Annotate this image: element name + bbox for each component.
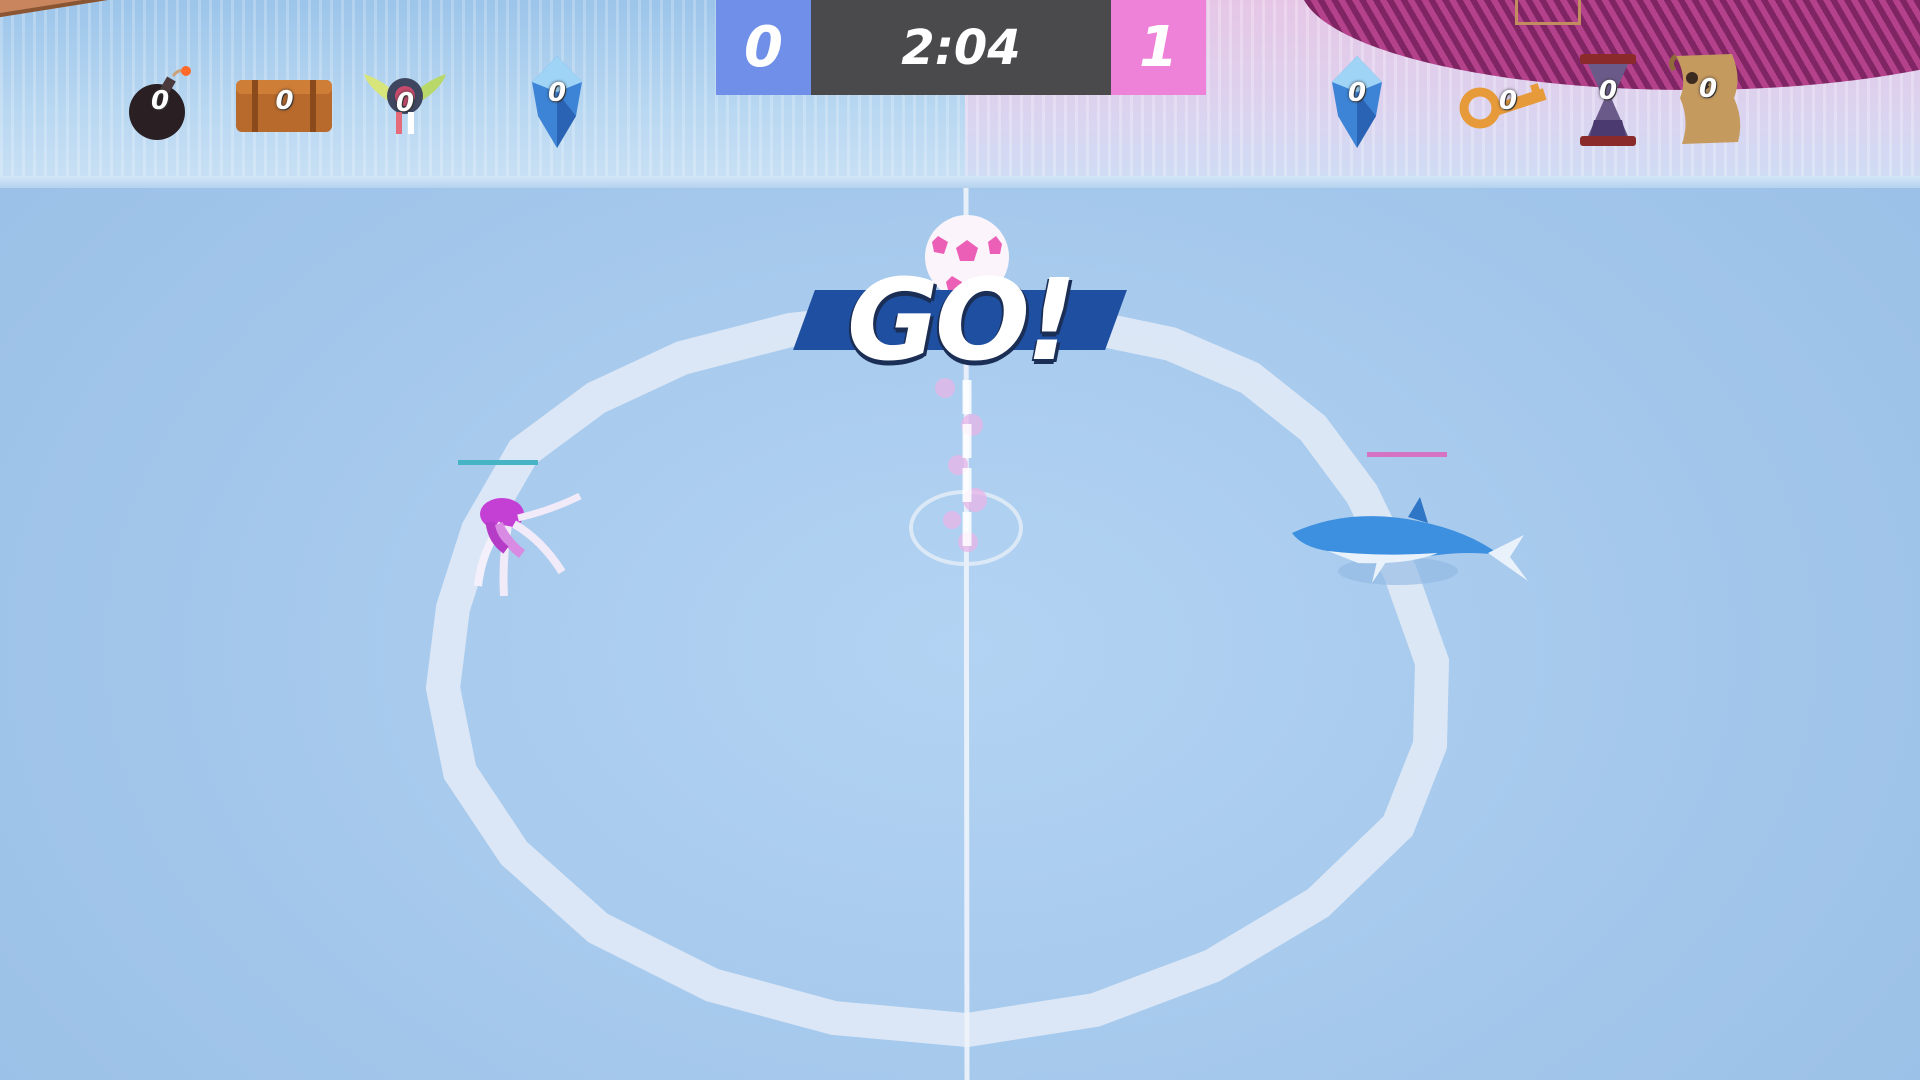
powerup-count: 0 (150, 86, 170, 116)
go-banner-text: GO! (846, 256, 1077, 386)
scoreboard: 0 2:04 1 (716, 0, 1206, 95)
octopus-player (462, 490, 592, 605)
ball-trail (935, 378, 987, 552)
powerup-count: 0 (1498, 86, 1518, 116)
powerup-count: 0 (275, 86, 294, 116)
octopus-stamina-bar (458, 460, 538, 465)
powerup-hourglass: 0 (1568, 50, 1648, 150)
center-circle (425, 300, 1450, 1048)
powerup-key: 0 (1458, 60, 1558, 150)
powerup-treasure-map: 0 (1662, 48, 1754, 148)
dolphin-stamina-bar (1367, 452, 1447, 457)
team-blue-score: 0 (716, 0, 811, 95)
powerup-ice-crystal: 0 (512, 52, 602, 152)
dolphin-icon (1292, 497, 1528, 585)
powerup-ice-crystal-right: 0 (1312, 52, 1402, 152)
field-markings (425, 187, 1450, 1080)
powerup-count: 0 (547, 78, 567, 108)
powerup-treasure-chest: 0 (232, 60, 337, 150)
powerup-count: 0 (395, 88, 415, 118)
powerup-winged-badge: 0 (360, 62, 450, 152)
dolphin-player (1288, 495, 1528, 595)
powerup-count: 0 (1598, 76, 1618, 106)
game-screen: GO! 0 2:04 1 0 0 0 0 0 0 0 0 (0, 0, 1920, 1080)
octopus-icon (474, 492, 582, 597)
powerup-count: 0 (1698, 74, 1718, 104)
team-pink-score: 1 (1111, 0, 1206, 95)
match-timer: 2:04 (811, 0, 1111, 95)
powerup-bomb: 0 (115, 60, 205, 150)
powerup-count: 0 (1347, 78, 1367, 108)
